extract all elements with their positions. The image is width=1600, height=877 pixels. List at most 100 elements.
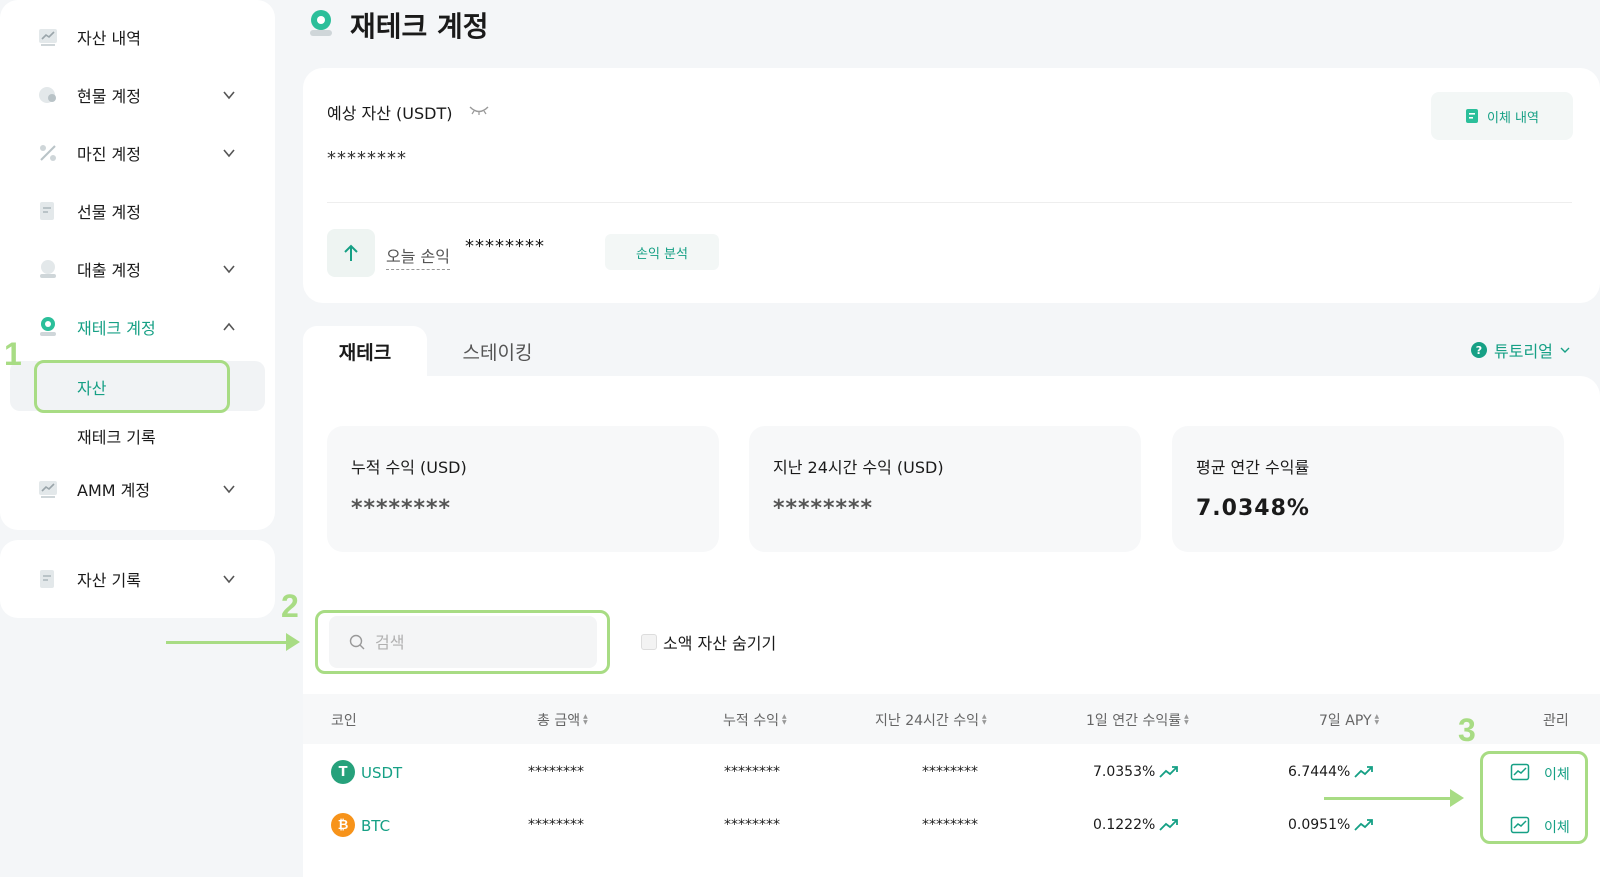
sidebar-subitem-label: 재테크 기록 xyxy=(77,428,156,447)
sidebar-item-label: 자산 기록 xyxy=(77,571,141,590)
document-icon xyxy=(36,567,60,591)
today-pnl-label[interactable]: 오늘 손익 xyxy=(386,243,450,270)
cell-apr-1d: 0.1222% xyxy=(1093,817,1179,833)
cell-last24: ******** xyxy=(922,817,978,833)
sidebar-item-asset-history[interactable]: 자산 기록 xyxy=(0,557,275,601)
receipt-icon xyxy=(1466,109,1478,123)
stat-label: 누적 수익 (USD) xyxy=(351,458,467,477)
sidebar-item-amm[interactable]: AMM 계정 xyxy=(0,467,275,511)
stat-label: 지난 24시간 수익 (USD) xyxy=(773,458,944,477)
stat-value: ******** xyxy=(773,496,874,521)
estimated-assets-label: 예상 자산 (USDT) xyxy=(327,104,453,123)
sidebar-item-label: 자산 내역 xyxy=(77,29,141,48)
estimated-assets-card: 예상 자산 (USDT) ******** 이체 내역 오늘 손익 ******… xyxy=(303,68,1600,303)
trend-up-icon xyxy=(1354,819,1374,831)
th-apr-1d[interactable]: 1일 연간 수익률 ▲ ▼ xyxy=(1086,710,1189,730)
loan-icon xyxy=(36,257,60,281)
th-manage: 관리 xyxy=(1543,713,1569,729)
cell-last24: ******** xyxy=(922,764,978,780)
chart-icon xyxy=(36,25,60,49)
sort-icon: ▲ ▼ xyxy=(1184,713,1189,726)
sidebar-item-spot[interactable]: 현물 계정 xyxy=(0,73,275,117)
sidebar-item-margin[interactable]: 마진 계정 xyxy=(0,131,275,175)
page-title: 재테크 계정 xyxy=(350,10,489,43)
tab-staking[interactable]: 스테이킹 xyxy=(445,326,550,376)
th-last24[interactable]: 지난 24시간 수익 ▲ ▼ xyxy=(875,710,987,730)
usdt-icon: T xyxy=(331,760,355,784)
sidebar-item-label: 대출 계정 xyxy=(77,261,141,280)
stat-cumulative-earnings: 누적 수익 (USD) ******** xyxy=(327,426,719,552)
chevron-down-icon xyxy=(223,91,235,100)
annotation-highlight-assets xyxy=(34,360,230,413)
divider xyxy=(327,202,1572,203)
table-header: 코인 총 금액 ▲ ▼ 누적 수익 ▲ ▼ 지난 24시간 수익 ▲ ▼ 1일 연간 수익률… xyxy=(303,694,1600,744)
th-coin: 코인 xyxy=(331,713,357,729)
sidebar-item-label: 재테크 계정 xyxy=(77,319,156,338)
svg-text:?: ? xyxy=(1476,344,1482,357)
estimated-assets-value: ******** xyxy=(327,148,407,169)
sidebar-item-asset-overview[interactable]: 자산 내역 xyxy=(0,15,275,59)
sidebar-item-futures[interactable]: 선물 계정 xyxy=(0,189,275,233)
tab-earn[interactable]: 재테크 xyxy=(303,326,427,376)
tutorial-label: 튜토리얼 xyxy=(1494,342,1553,361)
sidebar-item-earn[interactable]: 재테크 계정 xyxy=(0,305,275,349)
hide-small-checkbox[interactable] xyxy=(641,634,657,650)
annotation-arrow xyxy=(166,633,300,651)
cell-cumulative: ******** xyxy=(724,764,780,780)
coin-stack-icon xyxy=(36,83,60,107)
earn-icon xyxy=(36,315,60,339)
sidebar-item-loan[interactable]: 대출 계정 xyxy=(0,247,275,291)
th-total[interactable]: 총 금액 ▲ ▼ xyxy=(537,710,588,730)
btc-icon: ₿ xyxy=(331,813,355,837)
stat-value: 7.0348% xyxy=(1196,496,1310,521)
cell-apy-7d: 0.0951% xyxy=(1288,817,1374,833)
stat-value: ******** xyxy=(351,496,452,521)
annotation-number-1: 1 xyxy=(4,336,22,372)
th-cumulative[interactable]: 누적 수익 ▲ ▼ xyxy=(723,710,787,730)
transfer-history-button[interactable]: 이체 내역 xyxy=(1431,92,1573,140)
annotation-number-3: 3 xyxy=(1458,712,1476,748)
document-icon xyxy=(36,199,60,223)
chevron-down-icon xyxy=(223,265,235,274)
sort-icon: ▲ ▼ xyxy=(781,713,787,726)
tutorial-dropdown[interactable]: ? 튜토리얼 xyxy=(1470,338,1571,362)
sort-icon: ▲ ▼ xyxy=(1374,713,1380,726)
cell-cumulative: ******** xyxy=(724,817,780,833)
table-row: ₿ BTC ******** ******** ******** 0.1222%… xyxy=(303,801,1600,853)
annotation-number-2: 2 xyxy=(281,588,299,624)
cell-apr-1d: 7.0353% xyxy=(1093,764,1179,780)
cell-total: ******** xyxy=(528,817,584,833)
table-row: T USDT ******** ******** ******** 7.0353… xyxy=(303,748,1600,800)
sidebar-item-label: AMM 계정 xyxy=(77,481,151,500)
sidebar-subitem-earn-history[interactable]: 재테크 기록 xyxy=(10,410,265,460)
sidebar-item-label: 선물 계정 xyxy=(77,203,141,222)
stat-24h-earnings: 지난 24시간 수익 (USD) ******** xyxy=(749,426,1141,552)
stat-label: 평균 연간 수익률 xyxy=(1196,458,1310,477)
chevron-down-icon xyxy=(223,485,235,494)
trend-up-icon xyxy=(1354,766,1374,778)
coin-name[interactable]: USDT xyxy=(361,764,402,782)
sort-icon: ▲ ▼ xyxy=(982,713,987,726)
stat-average-apr: 평균 연간 수익률 7.0348% xyxy=(1172,426,1564,552)
sort-icon: ▲ ▼ xyxy=(583,713,588,726)
percent-icon xyxy=(36,141,60,165)
help-icon: ? xyxy=(1471,342,1487,358)
coin-name[interactable]: BTC xyxy=(361,817,390,835)
cell-apy-7d: 6.7444% xyxy=(1288,764,1374,780)
transfer-history-label: 이체 내역 xyxy=(1487,110,1539,126)
annotation-highlight-search xyxy=(315,610,610,674)
cell-total: ******** xyxy=(528,764,584,780)
th-apy-7d[interactable]: 7일 APY ▲ ▼ xyxy=(1319,710,1379,730)
chevron-down-icon xyxy=(1560,347,1570,353)
trend-up-icon xyxy=(1159,819,1179,831)
today-pnl-value: ******** xyxy=(465,236,545,257)
earn-icon xyxy=(310,10,332,36)
pnl-analysis-button[interactable]: 손익 분석 xyxy=(605,234,719,270)
sidebar-item-label: 마진 계정 xyxy=(77,145,141,164)
annotation-highlight-transfer xyxy=(1480,751,1588,844)
sidebar-item-label: 현물 계정 xyxy=(77,87,141,106)
eye-closed-icon[interactable] xyxy=(468,104,490,116)
arrow-up-icon xyxy=(344,244,358,261)
hide-small-assets-toggle[interactable]: 소액 자산 숨기기 xyxy=(641,630,776,654)
pnl-up-indicator xyxy=(327,229,375,277)
